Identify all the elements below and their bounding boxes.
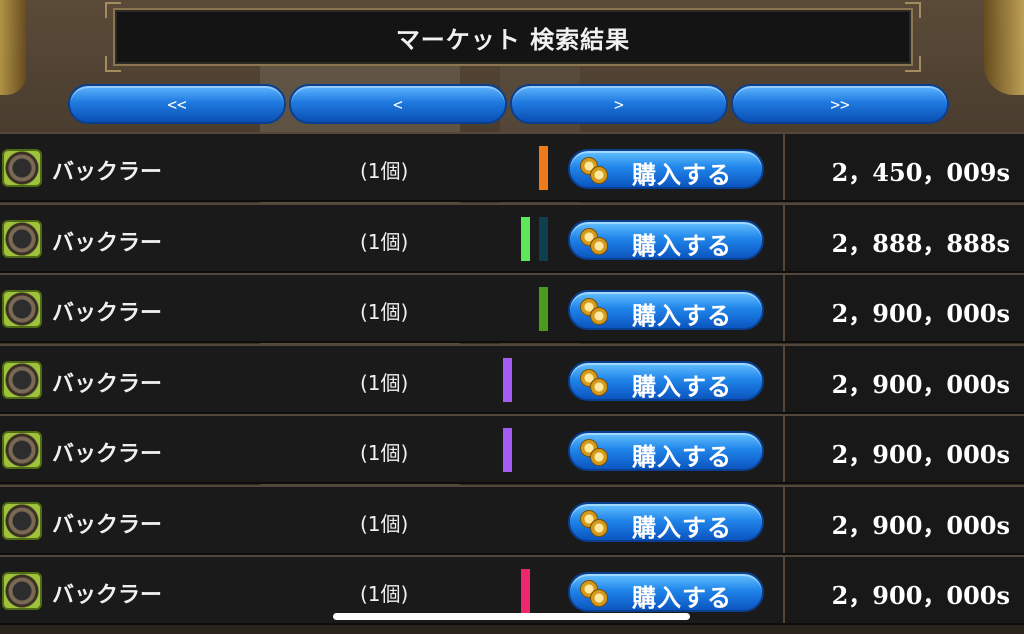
buckler-shield-icon[interactable] — [2, 290, 42, 328]
buy-button[interactable]: 購入する — [568, 431, 764, 471]
buy-button-label: 購入する — [632, 372, 732, 401]
prev-page-button[interactable]: < — [289, 84, 507, 124]
price-cell: 2，888，888s — [783, 204, 1024, 271]
buy-button-label: 購入する — [632, 161, 732, 189]
rarity-indicator-bar — [539, 146, 548, 190]
buy-button[interactable]: 購入する — [568, 149, 764, 189]
buy-button-label: 購入する — [632, 513, 732, 542]
buckler-shield-icon[interactable] — [2, 219, 42, 258]
item-price: 2，900，000s — [831, 369, 1010, 399]
corner-ornament — [105, 56, 121, 72]
first-page-button[interactable]: << — [68, 84, 286, 124]
table-row: バックラー (1個) 購入する 2，888，888s — [0, 202, 1024, 273]
corner-ornament — [905, 56, 921, 72]
rarity-indicator-bar — [521, 569, 530, 613]
rarity-indicator-bar — [521, 216, 530, 261]
price-cell: 2，900，000s — [783, 275, 1024, 341]
buy-button-label: 購入する — [632, 302, 732, 330]
ornament-frame-left — [0, 0, 26, 95]
price-cell: 2，900，000s — [783, 416, 1024, 482]
buy-button[interactable]: 購入する — [568, 290, 764, 330]
item-price: 2，900，000s — [831, 581, 1010, 610]
item-price: 2，900，000s — [831, 510, 1010, 540]
buckler-shield-icon[interactable] — [2, 360, 42, 399]
item-quantity: (1個) — [360, 582, 409, 606]
item-quantity: (1個) — [360, 229, 409, 254]
coin-icon — [580, 439, 608, 466]
rarity-indicator-bar — [503, 357, 512, 402]
coin-icon — [580, 368, 608, 396]
buckler-shield-icon[interactable] — [2, 431, 42, 469]
page-title: マーケット 検索結果 — [395, 25, 631, 54]
rarity-indicator-bar — [503, 428, 512, 472]
item-name: バックラー — [52, 160, 163, 185]
buckler-shield-icon[interactable] — [2, 149, 42, 187]
buckler-shield-icon[interactable] — [2, 501, 42, 540]
pagination-nav: << < > >> — [68, 84, 949, 126]
buy-button[interactable]: 購入する — [568, 360, 764, 401]
rarity-indicator-bar — [539, 216, 548, 261]
item-quantity: (1個) — [360, 511, 409, 536]
item-name: バックラー — [52, 371, 163, 397]
ornament-frame-right — [984, 0, 1024, 95]
item-quantity: (1個) — [360, 441, 409, 465]
item-name: バックラー — [52, 583, 163, 608]
buckler-shield-icon[interactable] — [2, 572, 42, 610]
price-cell: 2，900，000s — [783, 486, 1024, 553]
corner-ornament — [105, 2, 121, 18]
buy-button[interactable]: 購入する — [568, 501, 764, 542]
last-page-button[interactable]: >> — [731, 84, 949, 124]
item-price: 2，450，009s — [831, 158, 1010, 187]
corner-ornament — [905, 2, 921, 18]
item-name: バックラー — [52, 230, 163, 256]
coin-icon — [580, 580, 608, 607]
rarity-indicator-bar — [539, 287, 548, 331]
item-quantity: (1個) — [360, 300, 409, 324]
coin-icon — [580, 227, 608, 255]
coin-icon — [580, 298, 608, 325]
buy-button-label: 購入する — [632, 443, 732, 471]
item-price: 2，888，888s — [831, 228, 1010, 258]
market-result-list: バックラー (1個) 購入する 2，450，009s バックラー (1個) 購入する 2，88… — [0, 132, 1024, 634]
coin-icon — [580, 509, 608, 537]
buy-button[interactable]: 購入する — [568, 572, 764, 612]
price-cell: 2，900，000s — [783, 557, 1024, 623]
table-row: バックラー (1個) 購入する 2，900，000s — [0, 343, 1024, 414]
table-row: バックラー (1個) 購入する 2，900，000s — [0, 273, 1024, 343]
buy-button[interactable]: 購入する — [568, 219, 764, 260]
item-price: 2，900，000s — [831, 299, 1010, 328]
price-cell: 2，900，000s — [783, 345, 1024, 412]
table-row: バックラー (1個) 購入する 2，900，000s — [0, 414, 1024, 484]
coin-icon — [580, 157, 608, 184]
buy-button-label: 購入する — [632, 584, 732, 612]
item-name: バックラー — [52, 512, 163, 538]
page-title-bar: マーケット 検索結果 — [105, 2, 921, 72]
item-quantity: (1個) — [360, 370, 409, 395]
item-name: バックラー — [52, 442, 163, 467]
item-price: 2，900，000s — [831, 440, 1010, 469]
home-indicator[interactable] — [333, 613, 690, 620]
item-name: バックラー — [52, 301, 163, 326]
price-cell: 2，450，009s — [783, 134, 1024, 200]
next-page-button[interactable]: > — [510, 84, 728, 124]
table-row: バックラー (1個) 購入する 2，450，009s — [0, 132, 1024, 202]
item-quantity: (1個) — [360, 159, 409, 183]
table-row: バックラー (1個) 購入する 2，900，000s — [0, 484, 1024, 555]
buy-button-label: 購入する — [632, 231, 732, 260]
